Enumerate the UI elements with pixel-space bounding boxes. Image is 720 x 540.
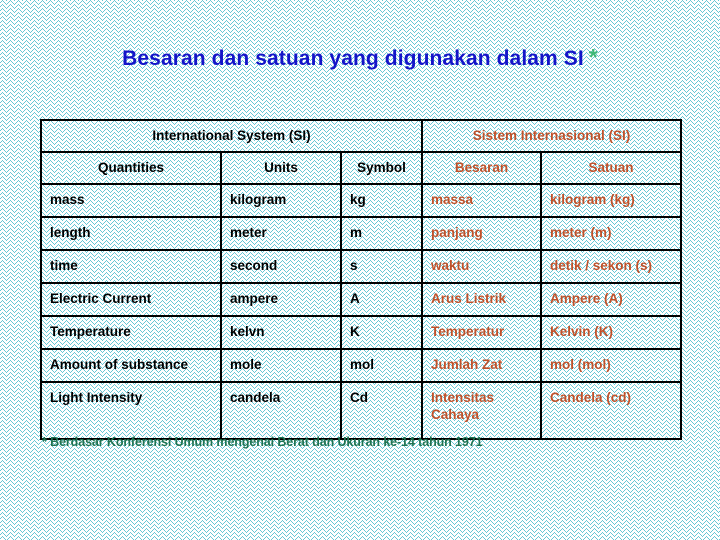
cell-quantity: length (40, 216, 222, 251)
cell-satuan: detik / sekon (s) (539, 249, 683, 284)
group-header-sistem-internasional: Sistem Internasional (SI) (420, 119, 683, 153)
cell-symbol: A (340, 282, 423, 317)
cell-besaran: Temperatur (421, 315, 542, 350)
cell-symbol: K (340, 315, 423, 350)
cell-unit: kilogram (220, 183, 342, 218)
cell-symbol: mol (340, 348, 423, 383)
cell-satuan: Ampere (A) (539, 282, 683, 317)
cell-satuan: Kelvin (K) (539, 315, 683, 350)
cell-quantity: mass (40, 183, 222, 218)
table-row: mass kilogram kg massa kilogram (kg) (40, 183, 683, 218)
cell-besaran: massa (421, 183, 542, 218)
cell-besaran: Arus Listrik (421, 282, 542, 317)
cell-quantity: Electric Current (40, 282, 222, 317)
cell-besaran: Jumlah Zat (421, 348, 542, 383)
asterisk-marker-icon: * (588, 44, 598, 70)
table-row: Light Intensity candela Cd Intensitas Ca… (40, 381, 683, 440)
cell-satuan: Candela (cd) (539, 381, 683, 440)
cell-satuan: mol (mol) (539, 348, 683, 383)
cell-besaran: Intensitas Cahaya (421, 381, 542, 440)
cell-symbol: m (340, 216, 423, 251)
column-header-besaran: Besaran (421, 151, 542, 185)
cell-besaran: waktu (421, 249, 542, 284)
cell-unit: second (220, 249, 342, 284)
cell-symbol: kg (340, 183, 423, 218)
page-title: Besaran dan satuan yang digunakan dalam … (0, 44, 720, 71)
cell-satuan: kilogram (kg) (539, 183, 683, 218)
table-row: Electric Current ampere A Arus Listrik A… (40, 282, 683, 317)
cell-quantity: time (40, 249, 222, 284)
slide-canvas: Besaran dan satuan yang digunakan dalam … (0, 0, 720, 540)
column-header-satuan: Satuan (539, 151, 683, 185)
si-units-table: International System (SI) Sistem Interna… (40, 119, 683, 440)
table-row: Temperature kelvn K Temperatur Kelvin (K… (40, 315, 683, 350)
cell-quantity: Light Intensity (40, 381, 222, 440)
column-header-symbol: Symbol (340, 151, 423, 185)
table-group-header-row: International System (SI) Sistem Interna… (40, 119, 683, 153)
cell-unit: ampere (220, 282, 342, 317)
table-row: Amount of substance mole mol Jumlah Zat … (40, 348, 683, 383)
table-row: length meter m panjang meter (m) (40, 216, 683, 251)
cell-unit: mole (220, 348, 342, 383)
group-header-international-system: International System (SI) (40, 119, 423, 153)
cell-symbol: s (340, 249, 423, 284)
cell-quantity: Amount of substance (40, 348, 222, 383)
cell-quantity: Temperature (40, 315, 222, 350)
cell-satuan: meter (m) (539, 216, 683, 251)
cell-unit: meter (220, 216, 342, 251)
column-header-units: Units (220, 151, 342, 185)
column-header-quantities: Quantities (40, 151, 222, 185)
cell-unit: kelvn (220, 315, 342, 350)
footnote: * Berdasar Konferensi Umum mengenai Bera… (42, 435, 483, 449)
cell-besaran: panjang (421, 216, 542, 251)
table-row: time second s waktu detik / sekon (s) (40, 249, 683, 284)
table-column-header-row: Quantities Units Symbol Besaran Satuan (40, 151, 683, 185)
page-title-text: Besaran dan satuan yang digunakan dalam … (122, 47, 584, 70)
cell-symbol: Cd (340, 381, 423, 440)
cell-unit: candela (220, 381, 342, 440)
